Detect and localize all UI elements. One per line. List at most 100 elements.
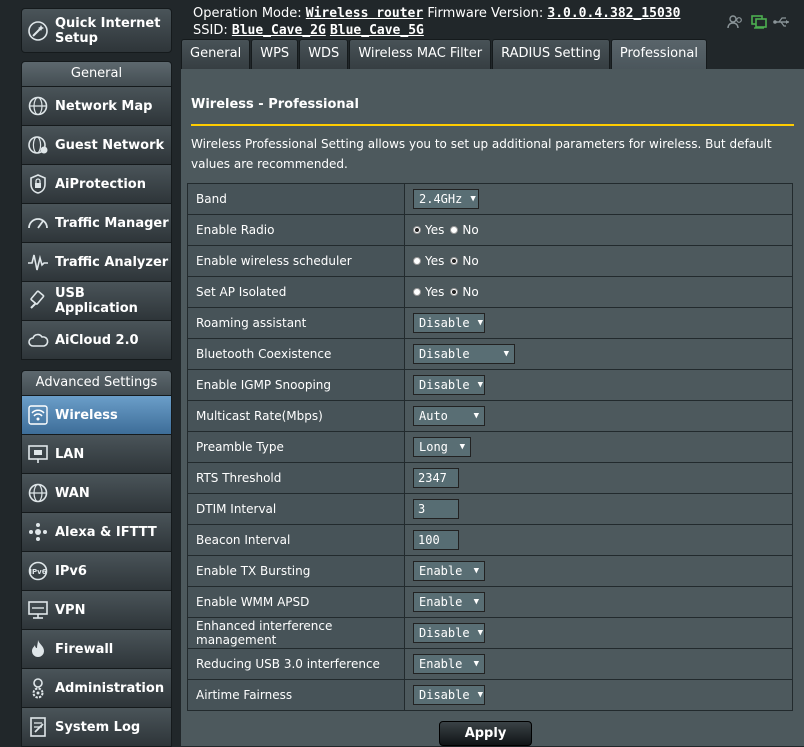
quick-internet-setup-button[interactable]: Quick Internet Setup: [21, 8, 172, 53]
chevron-down-icon: ▼: [477, 380, 483, 390]
speedometer-icon: [27, 212, 49, 234]
enable-wireless-scheduler-radio-yes[interactable]: Yes: [413, 254, 444, 268]
band-label: Band: [187, 183, 405, 215]
sidebar-item-aiprotection[interactable]: AiProtection: [21, 165, 172, 204]
select-value: Enable: [419, 564, 463, 578]
radio-button-icon: [413, 257, 421, 265]
network-status-icon[interactable]: [750, 14, 767, 33]
tab-wps[interactable]: WPS: [251, 39, 299, 69]
person-gear-icon: [27, 677, 49, 699]
beacon-interval-value-cell: 100: [404, 524, 793, 556]
user-clients-icon[interactable]: [727, 14, 744, 33]
sidebar-item-ipv6[interactable]: IPv6 IPv6: [21, 552, 172, 591]
enable-radio-value-cell: Yes No: [404, 214, 793, 246]
enable-wmm-apsd-select[interactable]: Enable ▼: [413, 592, 485, 612]
tab-professional[interactable]: Professional: [610, 39, 707, 69]
multicast-rate-mbps-select[interactable]: Auto ▼: [413, 406, 485, 426]
general-menu: Network Map Guest Network AiProtection T…: [21, 87, 172, 360]
tab-general[interactable]: General: [181, 39, 251, 69]
select-value: Disable: [419, 316, 470, 330]
setting-row: RTS Threshold 2347: [187, 462, 793, 494]
set-ap-isolated-radio-yes[interactable]: Yes: [413, 285, 444, 299]
sidebar-item-system-log[interactable]: System Log: [21, 708, 172, 747]
apply-button[interactable]: Apply: [439, 721, 532, 746]
radio-label: Yes: [425, 223, 445, 237]
select-value: Enable: [419, 657, 463, 671]
enable-wireless-scheduler-radio-no[interactable]: No: [450, 254, 479, 268]
enable-wmm-apsd-label: Enable WMM APSD: [187, 586, 405, 618]
sidebar-item-label: Wireless: [55, 407, 118, 423]
enable-radio-radio-yes[interactable]: Yes: [413, 223, 444, 237]
preamble-type-select[interactable]: Long ▼: [413, 437, 471, 457]
sidebar-item-guest-network[interactable]: Guest Network: [21, 126, 172, 165]
radio-button-icon: [413, 288, 421, 296]
wireless-tabs: General WPS WDS Wireless MAC Filter RADI…: [181, 39, 708, 69]
smart-home-icon: [27, 521, 49, 543]
dtim-interval-input[interactable]: 3: [413, 499, 459, 519]
enable-tx-bursting-select[interactable]: Enable ▼: [413, 561, 485, 581]
sidebar-item-network-map[interactable]: Network Map: [21, 87, 172, 126]
sidebar-item-firewall[interactable]: Firewall: [21, 630, 172, 669]
ssid-2g-link[interactable]: Blue_Cave_2G: [232, 23, 326, 38]
sidebar-item-label: Network Map: [55, 98, 153, 114]
rts-threshold-input[interactable]: 2347: [413, 468, 459, 488]
ssid-5g-link[interactable]: Blue_Cave_5G: [330, 23, 424, 38]
wifi-icon: [27, 404, 49, 426]
enable-igmp-snooping-label: Enable IGMP Snooping: [187, 369, 405, 401]
airtime-fairness-select[interactable]: Disable ▼: [413, 685, 485, 705]
multicast-rate-mbps-value-cell: Auto ▼: [404, 400, 793, 432]
chevron-down-icon: ▼: [473, 597, 479, 607]
advanced-menu: Wireless LAN WAN Alexa & IFTTT IPv6 IPv6…: [21, 396, 172, 747]
enable-igmp-snooping-value-cell: Disable ▼: [404, 369, 793, 401]
chevron-down-icon: ▼: [473, 659, 479, 669]
reducing-usb-3-0-interference-value-cell: Enable ▼: [404, 648, 793, 680]
globe-icon: [27, 95, 49, 117]
dtim-interval-label: DTIM Interval: [187, 493, 405, 525]
main-content: Wireless - Professional Wireless Profess…: [181, 69, 804, 746]
sidebar-item-traffic-manager[interactable]: Traffic Manager: [21, 204, 172, 243]
beacon-interval-input[interactable]: 100: [413, 530, 459, 550]
sidebar-item-wan[interactable]: WAN: [21, 474, 172, 513]
sidebar-item-administration[interactable]: Administration: [21, 669, 172, 708]
waveform-icon: [27, 251, 49, 273]
sidebar-item-alexa-ifttt[interactable]: Alexa & IFTTT: [21, 513, 172, 552]
operation-mode-link[interactable]: Wireless router: [306, 6, 423, 21]
setting-row: Preamble Type Long ▼: [187, 431, 793, 463]
enable-tx-bursting-value-cell: Enable ▼: [404, 555, 793, 587]
sidebar-item-label: AiProtection: [55, 176, 146, 192]
general-group-title: General: [21, 61, 172, 87]
sidebar-item-usb-application[interactable]: USB Application: [21, 282, 172, 321]
radio-label: No: [462, 223, 479, 237]
sidebar-item-label: Traffic Manager: [55, 215, 169, 231]
bluetooth-coexistence-select[interactable]: Disable ▼: [413, 344, 515, 364]
band-select[interactable]: 2.4GHz ▼: [413, 189, 479, 209]
tab-wireless-mac-filter[interactable]: Wireless MAC Filter: [349, 39, 492, 69]
select-value: Disable: [419, 626, 470, 640]
set-ap-isolated-radio-no[interactable]: No: [450, 285, 479, 299]
sidebar-item-lan[interactable]: LAN: [21, 435, 172, 474]
firmware-label: Firmware Version:: [427, 6, 544, 21]
setting-row: Enable IGMP Snooping Disable ▼: [187, 369, 793, 401]
select-value: Disable: [419, 378, 470, 392]
tab-radius-setting[interactable]: RADIUS Setting: [492, 39, 610, 69]
ssid-line: SSID: Blue_Cave_2G Blue_Cave_5G: [193, 22, 680, 39]
sidebar-item-wireless[interactable]: Wireless: [21, 396, 172, 435]
sidebar-item-vpn[interactable]: VPN: [21, 591, 172, 630]
enable-radio-radio-no[interactable]: No: [450, 223, 479, 237]
sidebar-item-traffic-analyzer[interactable]: Traffic Analyzer: [21, 243, 172, 282]
tab-wds[interactable]: WDS: [299, 39, 349, 69]
reducing-usb-3-0-interference-select[interactable]: Enable ▼: [413, 654, 485, 674]
enhanced-interference-management-select[interactable]: Disable ▼: [413, 623, 485, 643]
enhanced-interference-management-value-cell: Disable ▼: [404, 617, 793, 649]
enable-wmm-apsd-value-cell: Enable ▼: [404, 586, 793, 618]
sidebar-item-label: Administration: [55, 680, 165, 696]
sidebar-item-aicloud[interactable]: AiCloud 2.0: [21, 321, 172, 360]
set-ap-isolated-label: Set AP Isolated: [187, 276, 405, 308]
select-value: Auto: [419, 409, 448, 423]
sidebar-item-label: VPN: [55, 602, 86, 618]
enable-igmp-snooping-select[interactable]: Disable ▼: [413, 375, 485, 395]
roaming-assistant-select[interactable]: Disable ▼: [413, 313, 485, 333]
usb-status-icon[interactable]: [773, 14, 790, 33]
firmware-link[interactable]: 3.0.0.4.382_15030: [547, 6, 680, 21]
select-value: Long: [419, 440, 448, 454]
